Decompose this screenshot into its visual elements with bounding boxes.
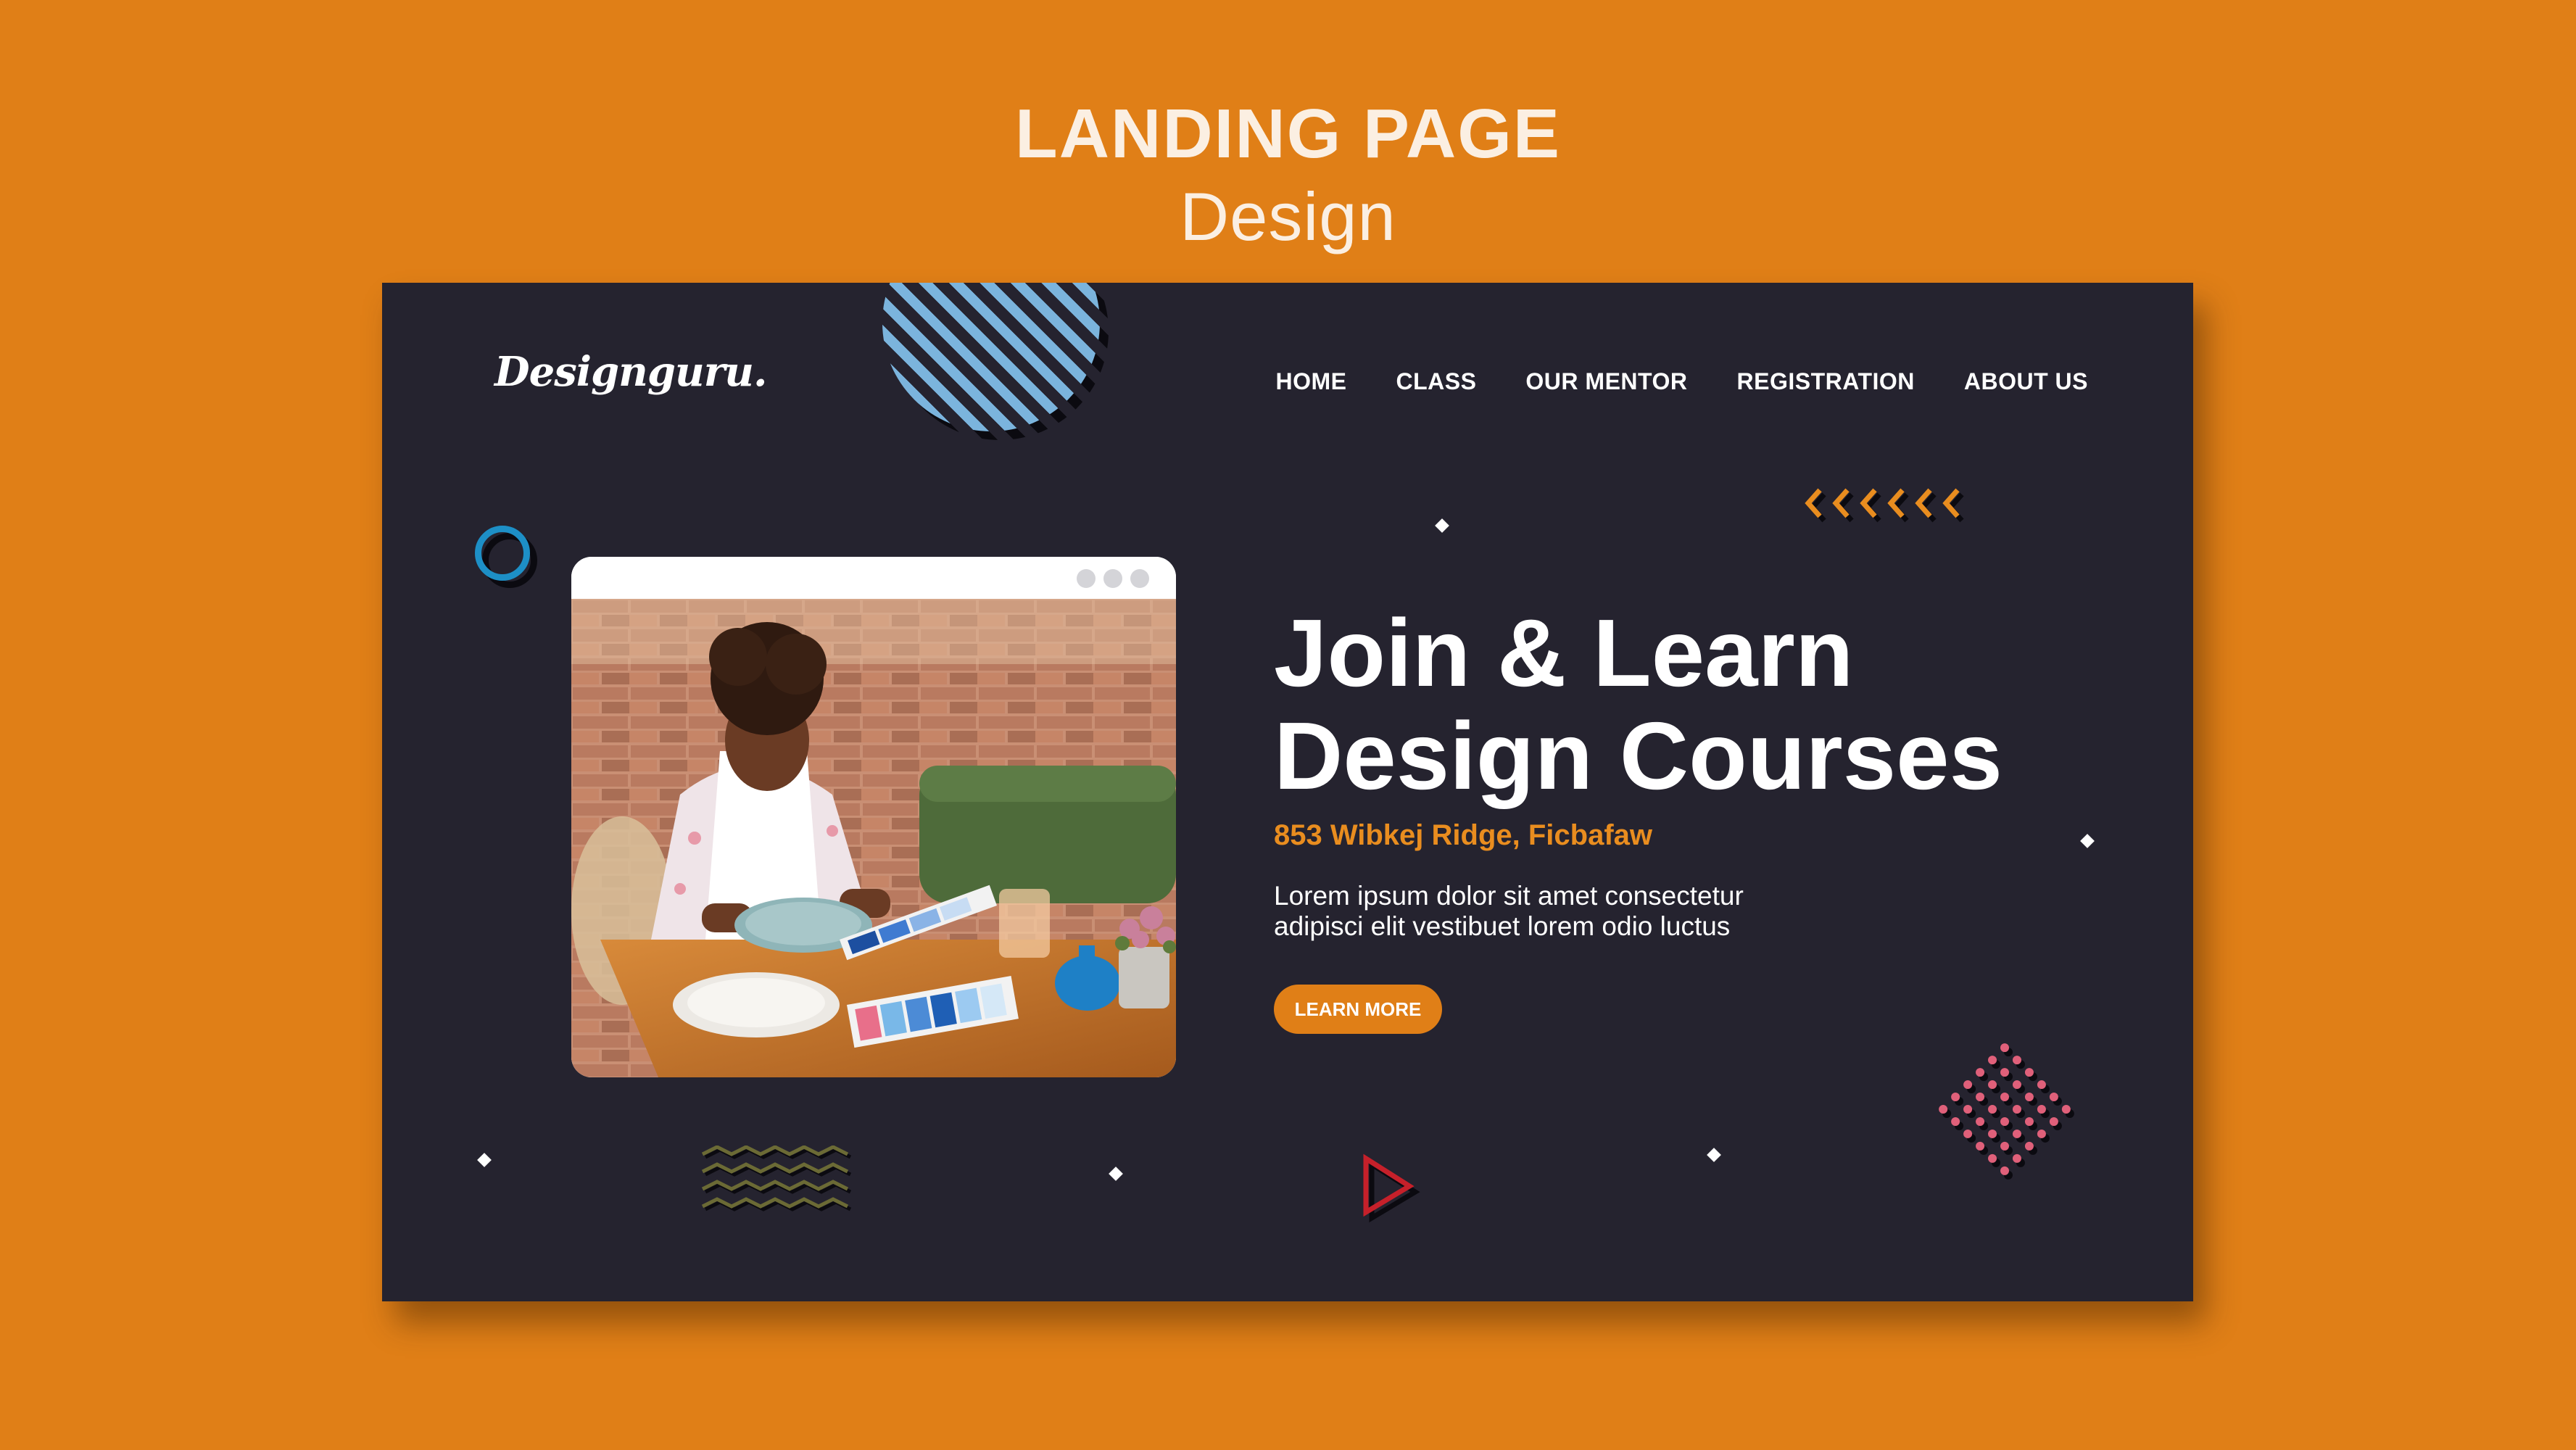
diamond-sparkle-icon: [477, 1153, 492, 1167]
browser-title-bar: [571, 557, 1176, 599]
nav-class[interactable]: CLASS: [1396, 368, 1476, 395]
grid-dot: [2012, 1080, 2021, 1090]
window-dots-icon: [1103, 569, 1122, 588]
dot-grid-icon: [1939, 1043, 2074, 1180]
hero-title-line-2: Design Courses: [1274, 703, 2003, 809]
grid-dot: [1988, 1105, 1997, 1114]
hero-description: Lorem ipsum dolor sit amet consectetur a…: [1274, 881, 1839, 942]
diamond-sparkle-icon: [2080, 834, 2095, 848]
ring-icon: [475, 526, 530, 581]
grid-dot: [2000, 1093, 2009, 1102]
grid-dot: [2012, 1129, 2021, 1138]
grid-dot: [2000, 1043, 2009, 1053]
grid-dot: [1988, 1129, 1997, 1138]
grid-dot: [2049, 1093, 2058, 1102]
window-dots-icon: [1077, 569, 1096, 588]
grid-dot: [2000, 1141, 2009, 1151]
diamond-sparkle-icon: [1109, 1167, 1123, 1181]
grid-dot: [1951, 1093, 1960, 1102]
grid-dot: [1988, 1056, 1997, 1065]
hero-photo: [571, 599, 1176, 1077]
grid-dot: [2037, 1129, 2046, 1138]
grid-dot: [1976, 1141, 1985, 1151]
diamond-sparkle-icon: [1435, 518, 1449, 533]
page-subheading: Design: [1180, 178, 1396, 254]
landing-card: Designguru. HOME CLASS OUR MENTOR REGIST…: [382, 283, 2193, 1301]
diamond-sparkle-icon: [1707, 1148, 1721, 1162]
grid-dot: [1988, 1153, 1997, 1163]
grid-dot: [2061, 1105, 2071, 1114]
grid-dot: [2012, 1153, 2021, 1163]
learn-more-button[interactable]: LEARN MORE: [1274, 985, 1442, 1034]
grid-dot: [1951, 1116, 1960, 1126]
grid-dot: [2037, 1105, 2046, 1114]
grid-dot: [1988, 1080, 1997, 1090]
hero-title: Join & Learn Design Courses: [1274, 602, 2003, 808]
grid-dot: [2000, 1116, 2009, 1126]
grid-dot: [2000, 1068, 2009, 1077]
grid-dot: [2024, 1093, 2034, 1102]
grid-dot: [1976, 1068, 1985, 1077]
browser-mockup: [571, 557, 1176, 1077]
zigzag-icon: [701, 1146, 852, 1211]
hero-title-line-1: Join & Learn: [1274, 600, 1854, 706]
nav-our-mentor[interactable]: OUR MENTOR: [1525, 368, 1687, 395]
grid-dot: [2024, 1116, 2034, 1126]
chevrons-left-icon: [1805, 488, 1964, 523]
grid-dot: [1963, 1105, 1973, 1114]
nav-home[interactable]: HOME: [1275, 368, 1346, 395]
grid-dot: [2049, 1116, 2058, 1126]
grid-dot: [1963, 1080, 1973, 1090]
grid-dot: [2000, 1166, 2009, 1175]
nav-registration[interactable]: REGISTRATION: [1736, 368, 1914, 395]
window-dots-icon: [1130, 569, 1149, 588]
page-heading: LANDING PAGE: [1015, 95, 1561, 173]
grid-dot: [1939, 1105, 1948, 1114]
grid-dot: [2024, 1141, 2034, 1151]
grid-dot: [1963, 1129, 1973, 1138]
main-nav: HOME CLASS OUR MENTOR REGISTRATION ABOUT…: [1275, 368, 2088, 395]
grid-dot: [2024, 1068, 2034, 1077]
grid-dot: [1976, 1093, 1985, 1102]
hero-description-line-1: Lorem ipsum dolor sit amet consectetur: [1274, 881, 1744, 911]
hero-description-line-2: adipisci elit vestibuet lorem odio luctu…: [1274, 911, 1731, 941]
nav-about-us[interactable]: ABOUT US: [1964, 368, 2088, 395]
site-logo[interactable]: Designguru.: [494, 348, 767, 396]
grid-dot: [2037, 1080, 2046, 1090]
grid-dot: [2012, 1105, 2021, 1114]
hero-address: 853 Wibkej Ridge, Ficbafaw: [1274, 819, 1653, 851]
grid-dot: [1976, 1116, 1985, 1126]
triangle-play-icon: [1363, 1153, 1420, 1223]
grid-dot: [2012, 1056, 2021, 1065]
